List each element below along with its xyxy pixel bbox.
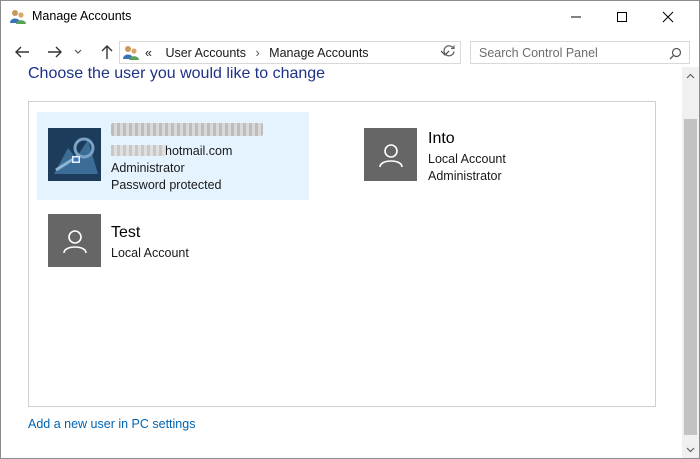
page-heading: Choose the user you would like to change: [28, 67, 326, 82]
title-bar: Manage Accounts: [1, 1, 699, 33]
user-accounts-icon: [10, 9, 26, 25]
refresh-button[interactable]: [439, 41, 459, 61]
add-user-link[interactable]: Add a new user in PC settings: [28, 417, 195, 431]
account-role: Administrator: [428, 169, 502, 183]
back-button[interactable]: [11, 41, 33, 63]
arrow-left-icon: [15, 46, 29, 58]
maximize-button[interactable]: [599, 1, 645, 33]
up-button[interactable]: [96, 41, 118, 63]
arrow-up-icon: [101, 45, 113, 59]
manage-accounts-window: Manage Accounts « User Accounts › Manage…: [0, 0, 700, 459]
search-icon[interactable]: [667, 45, 683, 61]
user-icon: [62, 229, 87, 253]
breadcrumb-user-accounts[interactable]: User Accounts: [165, 46, 246, 60]
scroll-down-button[interactable]: [682, 441, 699, 458]
refresh-icon: [443, 45, 455, 57]
breadcrumb-overflow[interactable]: «: [145, 46, 152, 60]
maximize-icon: [617, 12, 627, 22]
close-icon: [662, 11, 674, 23]
chevron-up-icon: [686, 73, 695, 78]
account-type: Administrator: [111, 161, 185, 175]
main-content: Choose the user you would like to change…: [2, 67, 682, 458]
account-password-status: Password protected: [111, 178, 222, 192]
account-name: Into: [428, 130, 455, 147]
avatar: [48, 128, 101, 181]
account-name-redacted: [111, 123, 263, 136]
account-email: hotmail.com: [111, 144, 232, 158]
accounts-list: hotmail.com Administrator Password prote…: [28, 101, 656, 407]
recent-locations-button[interactable]: [71, 41, 85, 63]
account-name: Test: [111, 224, 141, 241]
chevron-down-icon: [74, 49, 82, 54]
minimize-button[interactable]: [553, 1, 599, 33]
account-type: Local Account: [111, 246, 189, 260]
breadcrumb: « User Accounts › Manage Accounts: [145, 46, 369, 60]
breadcrumb-manage-accounts[interactable]: Manage Accounts: [269, 46, 368, 60]
user-icon: [378, 143, 403, 167]
account-tile-test[interactable]: Test Local Account: [37, 204, 309, 292]
chevron-down-icon: [686, 447, 695, 452]
arrow-right-icon: [48, 46, 62, 58]
avatar: [48, 214, 101, 267]
navigation-bar: « User Accounts › Manage Accounts: [1, 39, 699, 67]
scroll-thumb[interactable]: [684, 119, 697, 435]
avatar: [364, 128, 417, 181]
email-redacted: [111, 145, 165, 156]
account-tile-into[interactable]: Into Local Account Administrator: [353, 112, 625, 200]
search-box[interactable]: [470, 41, 690, 64]
minimize-icon: [571, 16, 581, 18]
user-picture-icon: [48, 128, 101, 181]
account-type: Local Account: [428, 152, 506, 166]
vertical-scrollbar[interactable]: [682, 67, 699, 458]
scroll-up-button[interactable]: [682, 67, 699, 84]
account-tile-microsoft[interactable]: hotmail.com Administrator Password prote…: [37, 112, 309, 200]
breadcrumb-separator[interactable]: ›: [256, 46, 260, 60]
window-title: Manage Accounts: [32, 9, 132, 23]
address-bar[interactable]: « User Accounts › Manage Accounts: [119, 41, 461, 64]
user-accounts-icon: [123, 45, 139, 61]
forward-button[interactable]: [44, 41, 66, 63]
close-button[interactable]: [645, 1, 691, 33]
search-input[interactable]: [471, 42, 661, 63]
